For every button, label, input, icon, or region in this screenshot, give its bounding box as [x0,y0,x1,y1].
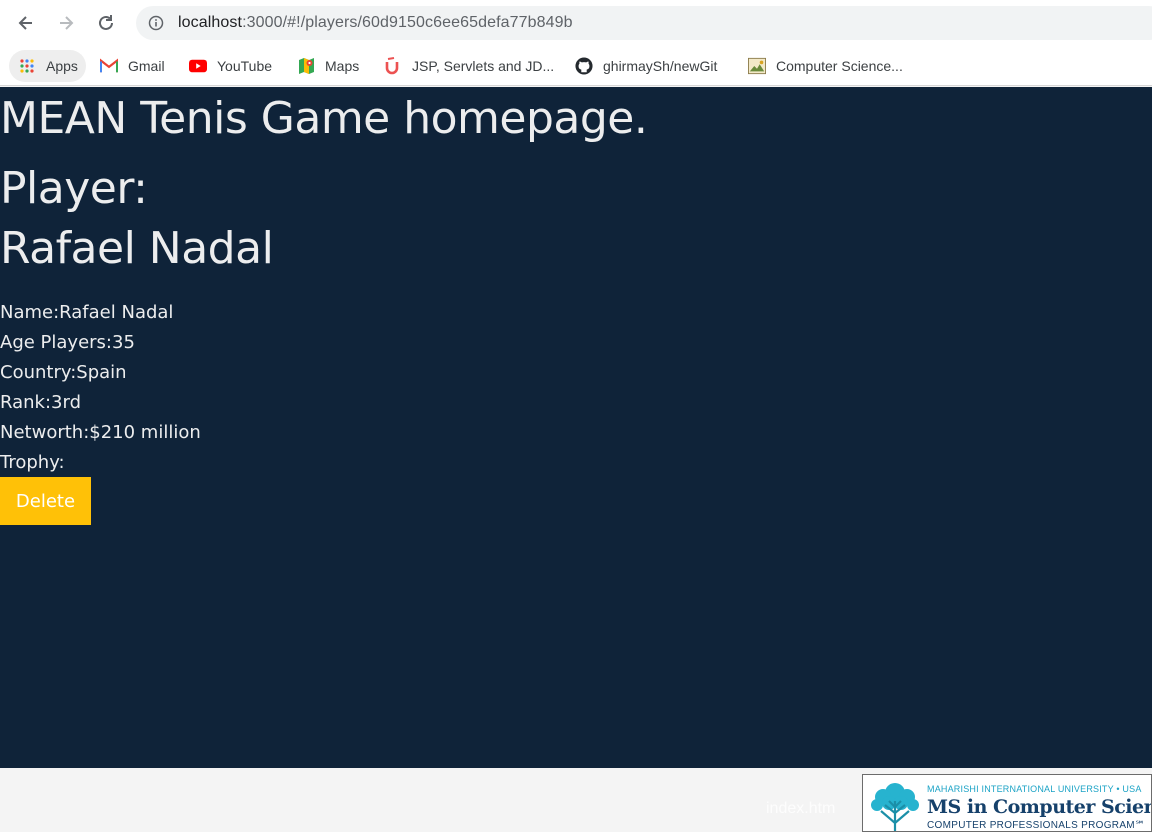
banner-program-title: MS in Computer Science [927,796,1151,818]
player-age-detail: Age Players:35 [0,332,135,353]
bookmark-label: Gmail [128,58,165,74]
player-name-detail: Name:Rafael Nadal [0,302,174,323]
footer-file-label: index.htm [766,800,836,817]
bookmark-label: Maps [325,58,360,74]
bookmark-github[interactable]: ghirmaySh/newGit [575,50,717,82]
browser-toolbar: localhost:3000/#!/players/60d9150c6ee65d… [0,0,1152,46]
reload-button[interactable] [91,8,121,38]
udemy-icon [384,57,402,75]
apps-grid-icon [18,57,36,75]
back-arrow-icon [18,16,32,30]
reload-icon [99,15,113,30]
player-name-heading: Rafael Nadal [0,223,274,274]
bookmark-youtube[interactable]: YouTube [189,50,272,82]
bookmark-label: Apps [46,58,78,74]
bookmark-apps[interactable]: Apps [9,50,86,82]
university-banner: MAHARISHI INTERNATIONAL UNIVERSITY • USA… [862,774,1152,832]
banner-program-subtitle: COMPUTER PROFESSIONALS PROGRAM℠ [927,820,1146,831]
player-rank-detail: Rank:3rd [0,392,81,413]
bookmark-label: JSP, Servlets and JD... [412,58,555,74]
banner-university-text: MAHARISHI INTERNATIONAL UNIVERSITY • USA [927,784,1142,794]
bookmark-jsp-servlets[interactable]: JSP, Servlets and JD... [384,50,554,82]
player-networth-detail: Networth:$210 million [0,422,201,443]
site-info-icon[interactable] [148,15,164,31]
bookmark-label: ghirmaySh/newGit [603,58,718,74]
player-detail-page: MEAN Tenis Game homepage. Player: Rafael… [0,87,1152,768]
gmail-icon [100,57,118,75]
url-path: :3000/#!/players/60d9150c6ee65defa77b849… [242,14,573,31]
page-title: MEAN Tenis Game homepage. [0,93,648,144]
player-details: Name:Rafael Nadal Age Players:35 Country… [0,298,201,478]
bookmark-label: Computer Science... [776,58,903,74]
bookmark-label: YouTube [217,58,273,74]
player-heading: Player: [0,163,148,214]
delete-button[interactable]: Delete [0,477,91,525]
back-button[interactable] [11,8,41,38]
url-host: localhost [178,14,243,31]
bookmarks-bar: Apps Gmail YouTube Maps JSP, Servlets an… [0,46,1152,86]
youtube-icon [189,57,207,75]
bookmark-gmail[interactable]: Gmail [100,50,165,82]
bookmark-maps[interactable]: Maps [297,50,359,82]
maps-icon [297,57,315,75]
bookmark-computer-science[interactable]: Computer Science... [748,50,903,82]
tree-logo-icon [871,783,919,831]
player-trophy-detail: Trophy: [0,452,65,473]
forward-button[interactable] [51,8,81,38]
player-country-detail: Country:Spain [0,362,127,383]
forward-arrow-icon [60,16,74,30]
address-bar[interactable]: localhost:3000/#!/players/60d9150c6ee65d… [136,6,1152,40]
github-icon [575,57,593,75]
url-text: localhost:3000/#!/players/60d9150c6ee65d… [178,14,573,32]
bookmark-image-icon [748,57,766,75]
